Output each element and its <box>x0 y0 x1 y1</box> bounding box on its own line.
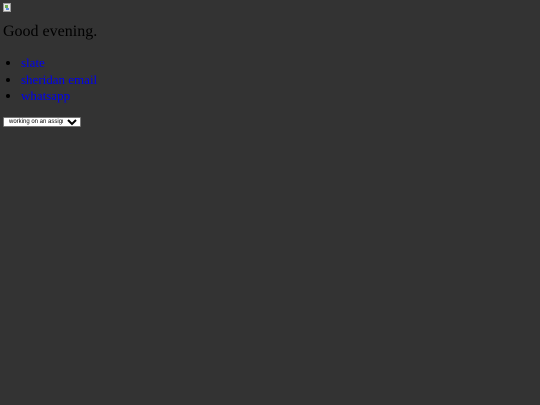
links-list: slate sheridan email whatsapp <box>0 54 97 104</box>
list-item: whatsapp <box>21 87 97 104</box>
list-item: sheridan email <box>21 71 97 88</box>
list-item: slate <box>21 54 97 71</box>
greeting-heading: Good evening. <box>3 23 98 40</box>
whatsapp-link[interactable]: whatsapp <box>21 88 70 103</box>
broken-image-icon <box>3 3 11 12</box>
slate-link[interactable]: slate <box>21 55 45 70</box>
assignment-select[interactable]: working on an assignment? <box>3 117 81 127</box>
sheridan-email-link[interactable]: sheridan email <box>21 72 97 87</box>
